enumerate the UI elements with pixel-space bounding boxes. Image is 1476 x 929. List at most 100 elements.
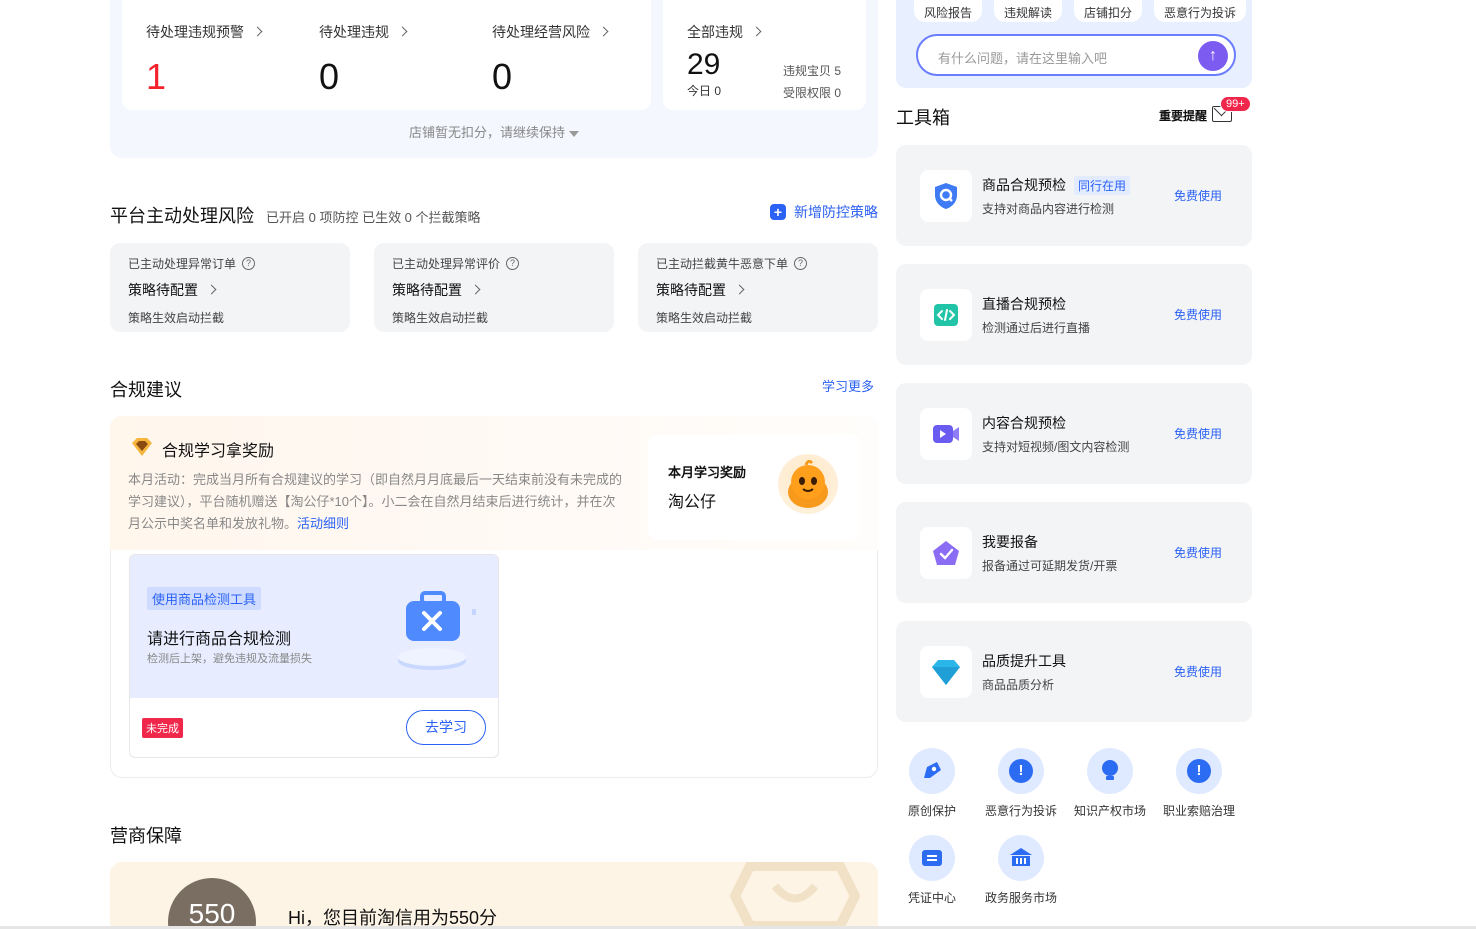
shortcut-label: 职业索赔治理 (1162, 804, 1235, 818)
platform-risk-header: 平台主动处理风险 已开启 0 项防控 已生效 0 个拦截策略 (110, 202, 481, 228)
platform-risk-subtitle: 已开启 0 项防控 已生效 0 个拦截策略 (266, 210, 481, 225)
pending-warning-item[interactable]: 待处理违规预警 1 (146, 22, 263, 98)
free-use-link[interactable]: 免费使用 (1174, 425, 1222, 442)
pending-risk-count: 0 (492, 56, 513, 97)
tool-card-content-check[interactable]: 内容合规预检 支持对短视频/图文内容检测 免费使用 (896, 383, 1252, 484)
shortcut-original-protection[interactable]: 原创保护 (890, 748, 974, 819)
tool-description: 报备通过可延期发货/开票 (982, 559, 1118, 573)
video-icon (920, 408, 972, 460)
strategy-card-label: 已主动拦截黄牛恶意下单 (656, 257, 789, 271)
send-button[interactable]: ↑ (1198, 41, 1228, 71)
help-icon[interactable]: ? (506, 257, 520, 270)
strategy-card-orders[interactable]: 已主动处理异常订单? 策略待配置 策略生效启动拦截 (110, 243, 350, 332)
shortcut-label: 政务服务市场 (984, 891, 1057, 905)
free-use-link[interactable]: 免费使用 (1174, 306, 1222, 323)
chevron-right-icon (598, 26, 609, 37)
tool-name: 内容合规预检 (982, 415, 1066, 431)
shortcut-gov-services[interactable]: 政务服务市场 (979, 835, 1063, 906)
important-reminder[interactable]: 重要提醒 (1159, 107, 1207, 124)
strategy-card-label: 已主动处理异常订单 (128, 257, 237, 271)
chip-malicious-complaint[interactable]: 恶意行为投诉 (1154, 0, 1247, 22)
credit-score-circle: 550 (168, 878, 256, 929)
shortcut-claim-governance[interactable]: ! 职业索赔治理 (1157, 748, 1241, 819)
tool-name: 品质提升工具 (982, 653, 1066, 669)
free-use-link[interactable]: 免费使用 (1174, 663, 1222, 680)
pending-violation-item[interactable]: 待处理违规 0 (319, 22, 408, 98)
notification-badge: 99+ (1220, 96, 1251, 112)
credit-card: 550 Hi，您目前淘信用为550分 (110, 862, 878, 929)
tool-name: 直播合规预检 (982, 296, 1066, 312)
all-violations-card[interactable]: 全部违规 29 今日 0 违规宝贝 5 受限权限 0 (663, 0, 866, 110)
all-violations-label: 全部违规 (687, 24, 743, 40)
free-use-link[interactable]: 免费使用 (1174, 544, 1222, 561)
today-violations: 今日 0 (687, 84, 722, 98)
mascot-image (778, 454, 838, 514)
assistant-input[interactable]: 有什么问题，请在这里输入吧 ↑ (916, 34, 1236, 76)
chip-risk-report[interactable]: 风险报告 (914, 0, 983, 22)
task-card: 使用商品检测工具 请进行商品合规检测 检测后上架，避免违规及流量损失 未完成 去… (129, 554, 499, 758)
pending-warning-count: 1 (146, 56, 167, 97)
all-violations-count: 29 (687, 48, 721, 81)
alert-icon: ! (998, 748, 1044, 794)
tool-description: 检测通过后进行直播 (982, 321, 1091, 335)
shortcut-label: 原创保护 (907, 804, 956, 818)
tool-card-product-check[interactable]: 商品合规预检 同行在用 支持对商品内容进行检测 免费使用 (896, 145, 1252, 246)
learn-more-link[interactable]: 学习更多 (822, 376, 874, 395)
decorative-emblem-icon (729, 862, 861, 929)
shortcut-malicious-complaint[interactable]: ! 恶意行为投诉 (979, 748, 1063, 819)
tool-description: 商品品质分析 (982, 678, 1055, 692)
strategy-card-note: 策略生效启动拦截 (128, 311, 225, 325)
tool-description: 支持对短视频/图文内容检测 (982, 440, 1130, 454)
business-guarantee-title: 营商保障 (110, 826, 182, 846)
shortcut-voucher-center[interactable]: 凭证中心 (890, 835, 974, 906)
strategy-card-status: 策略待配置 (128, 282, 198, 298)
code-icon (920, 289, 972, 341)
strategy-card-note: 策略生效启动拦截 (656, 311, 753, 325)
tool-tag: 同行在用 (1074, 175, 1131, 195)
deduction-note-text: 店铺暂无扣分，请继续保持 (408, 125, 565, 140)
shield-search-icon (920, 170, 972, 222)
caret-down-icon (569, 130, 579, 137)
platform-risk-title: 平台主动处理风险 (110, 206, 254, 226)
monthly-reward-value: 淘公仔 (668, 494, 717, 511)
compliance-title: 合规建议 (110, 380, 182, 400)
activity-rules-link[interactable]: 活动细则 (297, 516, 349, 531)
add-strategy-label: 新增防控策略 (794, 204, 878, 220)
government-icon (998, 835, 1044, 881)
pending-warning-label: 待处理违规预警 (146, 24, 244, 40)
strategy-card-label: 已主动处理异常评价 (392, 257, 501, 271)
pending-violations-card: 待处理违规预警 1 待处理违规 0 待处理经营风险 0 (122, 0, 651, 110)
help-icon[interactable]: ? (242, 257, 256, 270)
pending-violation-count: 0 (319, 56, 340, 97)
pending-violation-label: 待处理违规 (319, 24, 389, 40)
violation-items-count: 违规宝贝 5 (783, 64, 842, 78)
add-strategy-button[interactable]: + 新增防控策略 (770, 202, 878, 222)
chevron-right-icon (751, 26, 762, 37)
tool-card-report[interactable]: 我要报备 报备通过可延期发货/开票 免费使用 (896, 502, 1252, 603)
free-use-link[interactable]: 免费使用 (1174, 187, 1222, 204)
pending-risk-item[interactable]: 待处理经营风险 0 (492, 22, 609, 98)
strategy-card-reviews[interactable]: 已主动处理异常评价? 策略待配置 策略生效启动拦截 (374, 243, 614, 332)
diamond-badge-icon (130, 436, 154, 463)
chevron-right-icon (206, 284, 217, 295)
strategy-card-note: 策略生效启动拦截 (392, 311, 489, 325)
chip-violation-explain[interactable]: 违规解读 (994, 0, 1063, 22)
toolbox-title: 工具箱 (896, 108, 950, 128)
shortcut-ip-market[interactable]: 知识产权市场 (1068, 748, 1152, 819)
chip-shop-deduction[interactable]: 店铺扣分 (1074, 0, 1143, 22)
tool-card-quality[interactable]: 品质提升工具 商品品质分析 免费使用 (896, 621, 1252, 722)
pending-risk-label: 待处理经营风险 (492, 24, 590, 40)
strategy-card-scalpers[interactable]: 已主动拦截黄牛恶意下单? 策略待配置 策略生效启动拦截 (638, 243, 878, 332)
task-subtitle: 检测后上架，避免违规及流量损失 (147, 653, 312, 665)
go-learn-button[interactable]: 去学习 (406, 710, 486, 745)
bulb-icon (1087, 748, 1133, 794)
tool-card-live-check[interactable]: 直播合规预检 检测通过后进行直播 免费使用 (896, 264, 1252, 365)
report-house-icon (920, 527, 972, 579)
chevron-right-icon (734, 284, 745, 295)
chevron-right-icon (470, 284, 481, 295)
help-icon[interactable]: ? (794, 257, 808, 270)
strategy-card-status: 策略待配置 (392, 282, 462, 298)
reward-title: 合规学习拿奖励 (162, 443, 275, 460)
deduction-note[interactable]: 店铺暂无扣分，请继续保持 (110, 122, 878, 141)
shortcut-label: 恶意行为投诉 (984, 804, 1057, 818)
